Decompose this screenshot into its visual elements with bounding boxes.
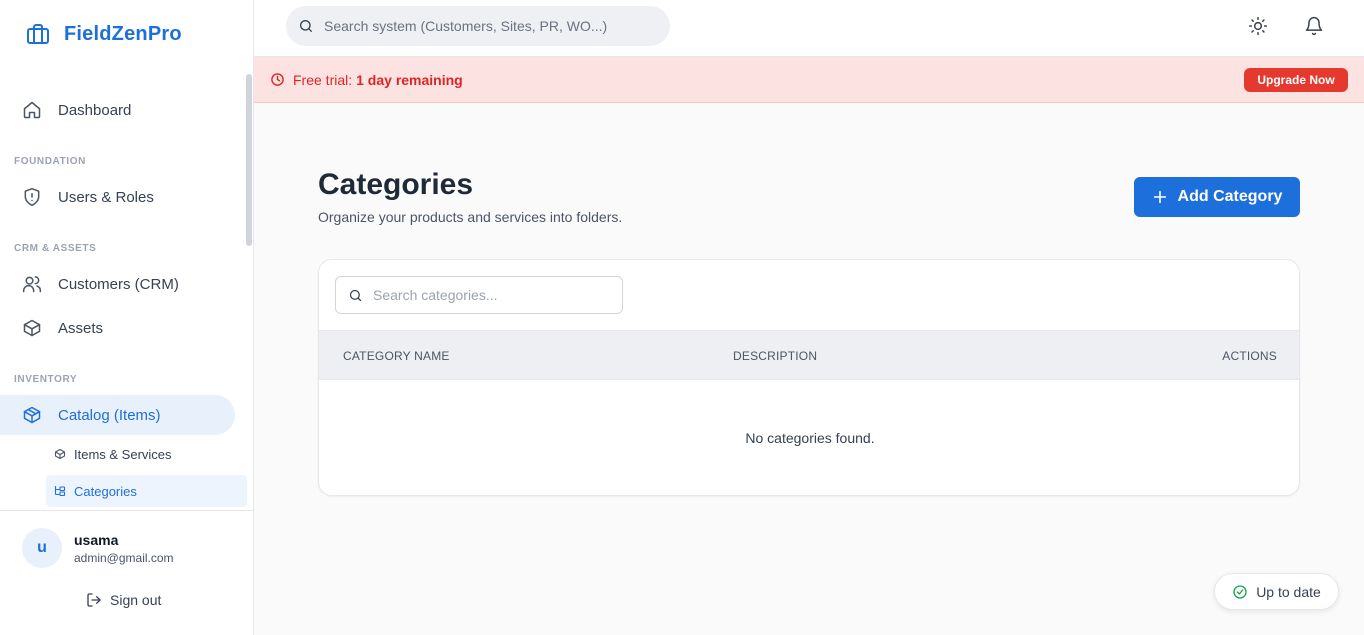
- sidebar-subitem-items-services[interactable]: Items & Services: [46, 438, 247, 470]
- logout-icon: [87, 593, 101, 607]
- add-category-label: Add Category: [1177, 188, 1283, 205]
- user-email: admin@gmail.com: [74, 551, 174, 565]
- package-icon: [23, 406, 41, 424]
- brand-name: FieldZenPro: [64, 22, 182, 45]
- sidebar-item-label: Assets: [58, 319, 104, 337]
- sync-status-label: Up to date: [1256, 583, 1321, 600]
- global-search[interactable]: [286, 6, 670, 46]
- sidebar-item-catalog[interactable]: Catalog (Items): [0, 395, 235, 435]
- users-icon: [22, 276, 42, 293]
- box-icon: [23, 319, 41, 337]
- sidebar-item-dashboard[interactable]: Dashboard: [0, 90, 235, 130]
- box-icon: [54, 448, 66, 460]
- empty-state: No categories found.: [745, 430, 875, 446]
- search-icon: [300, 20, 312, 32]
- sidebar-subitem-label: Items & Services: [74, 446, 172, 462]
- sun-icon[interactable]: [1248, 16, 1268, 36]
- page-title: Categories: [318, 168, 474, 201]
- user-panel: u usama admin@gmail.com Sign out: [0, 510, 253, 635]
- trial-banner: Free trial: 1 day remaining Upgrade Now: [254, 57, 1364, 103]
- sync-status-badge[interactable]: Up to date: [1214, 573, 1339, 610]
- section-label-inventory: INVENTORY: [14, 374, 78, 385]
- check-circle-icon: [1233, 584, 1247, 599]
- section-label-foundation: FOUNDATION: [14, 156, 86, 167]
- top-bar: [254, 0, 1364, 57]
- categories-card: CATEGORY NAME DESCRIPTION ACTIONS No cat…: [318, 259, 1300, 496]
- home-icon: [23, 101, 41, 119]
- global-search-input[interactable]: [324, 18, 644, 34]
- folder-tree-icon: [54, 485, 66, 497]
- sidebar-item-assets[interactable]: Assets: [0, 308, 235, 348]
- plus-icon: [1153, 190, 1166, 204]
- avatar[interactable]: u: [22, 528, 62, 568]
- sidebar-item-label: Customers (CRM): [58, 275, 179, 293]
- sidebar-item-label: Dashboard: [58, 101, 132, 119]
- category-search[interactable]: [335, 276, 623, 314]
- sidebar-item-label: Catalog (Items): [58, 406, 161, 424]
- shield-icon: [24, 187, 40, 207]
- bell-icon[interactable]: [1304, 16, 1324, 36]
- trial-remaining: 1 day remaining: [356, 71, 463, 88]
- sign-out-button[interactable]: Sign out: [86, 592, 161, 608]
- column-header-category-name[interactable]: CATEGORY NAME: [343, 349, 450, 363]
- table-header: CATEGORY NAME DESCRIPTION ACTIONS: [319, 330, 1299, 380]
- sign-out-label: Sign out: [110, 592, 162, 608]
- sidebar-subitem-categories[interactable]: Categories: [46, 475, 247, 507]
- column-header-description[interactable]: DESCRIPTION: [733, 349, 817, 363]
- trial-text: Free trial:: [293, 71, 353, 88]
- user-name: usama: [74, 532, 119, 548]
- upgrade-button[interactable]: Upgrade Now: [1244, 68, 1348, 92]
- brand[interactable]: FieldZenPro: [26, 22, 182, 46]
- page-subtitle: Organize your products and services into…: [318, 209, 623, 225]
- sidebar-item-customers[interactable]: Customers (CRM): [0, 264, 235, 304]
- clock-icon: [271, 73, 284, 86]
- sidebar-scrollbar[interactable]: [246, 74, 252, 246]
- add-category-button[interactable]: Add Category: [1134, 177, 1300, 217]
- category-search-input[interactable]: [373, 287, 613, 303]
- sidebar-item-users-roles[interactable]: Users & Roles: [0, 177, 235, 217]
- search-icon: [349, 289, 362, 301]
- sidebar-subitem-label: Categories: [74, 483, 137, 499]
- briefcase-icon: [27, 24, 49, 44]
- column-header-actions: ACTIONS: [1222, 349, 1277, 363]
- section-label-crm-assets: CRM & ASSETS: [14, 243, 97, 254]
- sidebar: FieldZenPro Dashboard FOUNDATION Users &…: [0, 0, 254, 635]
- sidebar-item-label: Users & Roles: [58, 188, 154, 206]
